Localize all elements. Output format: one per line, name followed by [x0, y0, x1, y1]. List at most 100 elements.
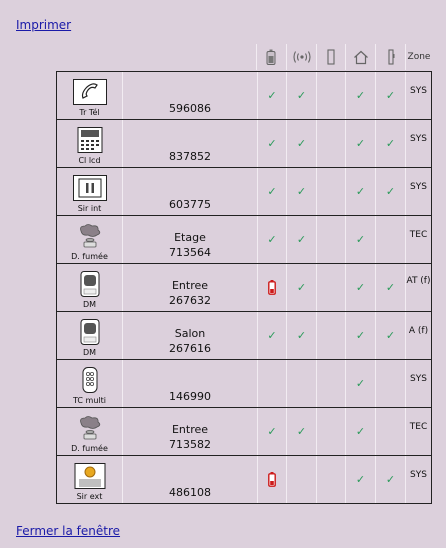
battery-status-cell: ✓ — [258, 312, 287, 359]
device-name-cell: Salon 267616 — [123, 312, 258, 359]
post-status-cell: ✓ — [376, 456, 406, 503]
device-location — [123, 182, 257, 197]
check-icon: ✓ — [296, 329, 307, 342]
door-status-cell — [317, 120, 346, 167]
check-icon: ✓ — [385, 89, 396, 102]
table-row: Tr Tél 596086 ✓ ✓ ✓ ✓ SYS — [57, 72, 431, 120]
check-icon: ✓ — [296, 233, 307, 246]
smoke-detector-icon — [73, 415, 107, 441]
battery-status-cell — [258, 456, 287, 503]
check-icon: ✓ — [296, 137, 307, 150]
radio-status-cell: ✓ — [287, 312, 317, 359]
table-row: DM Entree 267632 ✓ ✓ ✓ AT (f) — [57, 264, 431, 312]
device-type-label: TC multi — [73, 396, 106, 405]
door-status-cell — [317, 72, 346, 119]
device-code: 713564 — [169, 246, 211, 259]
device-code: 486108 — [169, 486, 211, 499]
device-name-cell: Entree 267632 — [123, 264, 258, 311]
door-status-cell — [317, 312, 346, 359]
check-icon: ✓ — [355, 137, 366, 150]
device-table: Tr Tél 596086 ✓ ✓ ✓ ✓ SYS Cl lcd 837852 ✓ ✓ ✓ ✓ SYS Si… — [56, 71, 432, 504]
zone-value: SYS — [410, 182, 427, 192]
battery-status-cell: ✓ — [258, 408, 287, 455]
check-icon: ✓ — [355, 281, 366, 294]
motion-detector-icon — [73, 271, 107, 297]
check-icon: ✓ — [355, 425, 366, 438]
post-status-cell: ✓ — [376, 312, 406, 359]
device-type-label: Sir int — [77, 204, 102, 213]
radio-status-cell: ✓ — [287, 216, 317, 263]
check-icon: ✓ — [355, 377, 366, 390]
check-icon: ✓ — [385, 281, 396, 294]
check-icon: ✓ — [296, 185, 307, 198]
radio-status-cell: ✓ — [287, 72, 317, 119]
zone-header: Zone — [407, 52, 431, 62]
check-icon: ✓ — [296, 281, 307, 294]
battery-status-cell: ✓ — [258, 216, 287, 263]
zone-cell: SYS — [406, 120, 431, 167]
house-status-cell: ✓ — [346, 120, 376, 167]
device-type-label: Tr Tél — [79, 108, 100, 117]
post-status-cell: ✓ — [376, 264, 406, 311]
zone-cell: A (f) — [406, 312, 431, 359]
door-status-cell — [317, 456, 346, 503]
keypad-display-icon — [73, 127, 107, 153]
house-status-cell: ✓ — [346, 168, 376, 215]
check-icon: ✓ — [355, 473, 366, 486]
check-icon: ✓ — [355, 233, 366, 246]
device-name-cell: 486108 — [123, 456, 258, 503]
print-link[interactable]: Imprimer — [16, 18, 71, 32]
zone-cell: TEC — [406, 216, 431, 263]
device-name-cell: Entree 713582 — [123, 408, 258, 455]
zone-cell: SYS — [406, 456, 431, 503]
device-code: 267632 — [169, 294, 211, 307]
close-window-link[interactable]: Fermer la fenêtre — [16, 524, 120, 538]
table-row: DM Salon 267616 ✓ ✓ ✓ ✓ A (f) — [57, 312, 431, 360]
radio-status-cell: ✓ — [287, 120, 317, 167]
door-contact-icon — [317, 44, 345, 70]
check-icon: ✓ — [267, 89, 277, 102]
door-status-cell — [317, 264, 346, 311]
zone-value: SYS — [410, 374, 427, 384]
device-icon-cell: Sir ext — [57, 456, 123, 503]
device-location: Entree — [171, 423, 209, 436]
device-location: Etage — [174, 231, 206, 244]
battery-status-cell: ✓ — [258, 72, 287, 119]
device-location — [123, 470, 257, 485]
battery-icon — [257, 44, 285, 70]
device-type-label: DM — [82, 348, 97, 357]
check-icon: ✓ — [267, 329, 277, 342]
zone-cell: SYS — [406, 72, 431, 119]
check-icon: ✓ — [267, 425, 277, 438]
zone-value: TEC — [409, 230, 428, 240]
battery-low-icon — [268, 472, 276, 491]
battery-status-cell — [258, 360, 287, 407]
device-location: Salon — [174, 327, 206, 340]
radio-status-cell — [287, 360, 317, 407]
radio-status-cell: ✓ — [287, 168, 317, 215]
door-status-cell — [317, 216, 346, 263]
zone-cell: SYS — [406, 360, 431, 407]
device-icon-cell: DM — [57, 312, 123, 359]
device-name-cell: 603775 — [123, 168, 258, 215]
check-icon: ✓ — [267, 137, 277, 150]
device-icon-cell: D. fumée — [57, 408, 123, 455]
device-code: 837852 — [169, 150, 211, 163]
check-icon: ✓ — [296, 425, 307, 438]
house-status-cell: ✓ — [346, 360, 376, 407]
zone-cell: TEC — [406, 408, 431, 455]
zone-value: SYS — [410, 470, 427, 480]
check-icon: ✓ — [355, 185, 366, 198]
table-row: Sir ext 486108 ✓ ✓ SYS — [57, 456, 431, 503]
zone-cell: SYS — [406, 168, 431, 215]
device-icon-cell: TC multi — [57, 360, 123, 407]
device-location: Entree — [171, 279, 209, 292]
device-name-cell: 596086 — [123, 72, 258, 119]
radio-signal-icon — [287, 44, 316, 70]
check-icon: ✓ — [385, 329, 396, 342]
house-status-cell: ✓ — [346, 408, 376, 455]
battery-status-cell — [258, 264, 287, 311]
device-icon-cell: Tr Tél — [57, 72, 123, 119]
device-code: 603775 — [169, 198, 211, 211]
post-status-cell — [376, 360, 406, 407]
